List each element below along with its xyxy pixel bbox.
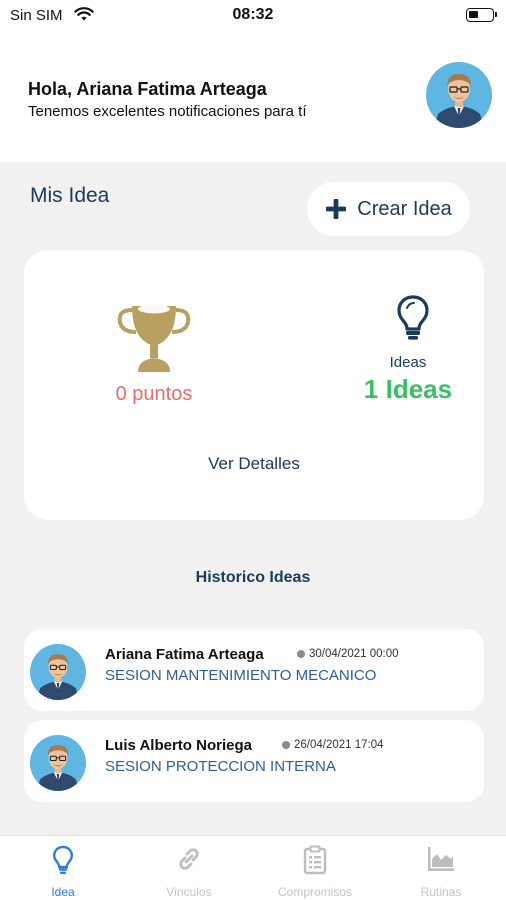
tab-label: Idea (51, 885, 75, 899)
item-date-text: 30/04/2021 00:00 (309, 648, 399, 660)
create-idea-label: Crear Idea (357, 197, 452, 220)
tab-label: Compromisos (277, 885, 352, 899)
item-author: Ariana Fatima Arteaga (105, 646, 264, 663)
bottom-tab-bar: Idea Vinculos Compromisos Rutinas (0, 835, 506, 900)
lightbulb-icon (397, 295, 429, 340)
greeting-title: Hola, Ariana Fatima Arteaga (28, 79, 267, 99)
section-title: Mis Idea (30, 184, 110, 207)
ideas-label: Ideas (389, 354, 427, 371)
ideas-count: 1 Ideas (363, 374, 453, 404)
avatar (30, 644, 86, 700)
summary-card: 0 puntos Ideas 1 Ideas Ver Detalles (24, 250, 484, 520)
status-bar: Sin SIM 08:32 (0, 0, 506, 30)
lightbulb-icon (52, 845, 74, 874)
item-date: 30/04/2021 00:00 (297, 648, 399, 660)
tab-label: Rutinas (420, 885, 462, 899)
tab-idea[interactable]: Idea (0, 836, 126, 900)
tab-vinculos[interactable]: Vinculos (126, 836, 252, 900)
history-title: Historico Ideas (195, 569, 311, 586)
bar-chart-icon (428, 847, 454, 871)
item-date: 26/04/2021 17:04 (282, 739, 384, 751)
trophy-icon (117, 304, 191, 372)
profile-avatar[interactable] (426, 62, 492, 128)
item-description: SESION MANTENIMIENTO MECANICO (105, 667, 377, 684)
avatar (30, 735, 86, 791)
item-description: SESION PROTECCION INTERNA (105, 758, 336, 775)
clock-icon (282, 741, 290, 749)
points-value: 0 puntos (115, 383, 193, 405)
clock-icon (297, 650, 305, 658)
greeting-subtitle: Tenemos excelentes notificaciones para t… (28, 103, 307, 120)
battery-icon (466, 8, 497, 22)
create-idea-button[interactable]: Crear Idea (307, 182, 470, 236)
item-date-text: 26/04/2021 17:04 (294, 739, 384, 751)
link-icon (179, 848, 199, 870)
item-author: Luis Alberto Noriega (105, 737, 252, 754)
clipboard-icon (303, 845, 327, 875)
header: Hola, Ariana Fatima Arteaga Tenemos exce… (0, 30, 506, 162)
tab-compromisos[interactable]: Compromisos (252, 836, 378, 900)
tab-label: Vinculos (166, 885, 212, 899)
tab-rutinas[interactable]: Rutinas (378, 836, 504, 900)
history-item[interactable]: Luis Alberto Noriega 26/04/2021 17:04 SE… (24, 720, 484, 802)
plus-icon (326, 199, 347, 219)
status-time: 08:32 (232, 6, 274, 23)
history-item[interactable]: Ariana Fatima Arteaga 30/04/2021 00:00 S… (24, 629, 484, 711)
view-details-link[interactable]: Ver Detalles (24, 454, 484, 474)
